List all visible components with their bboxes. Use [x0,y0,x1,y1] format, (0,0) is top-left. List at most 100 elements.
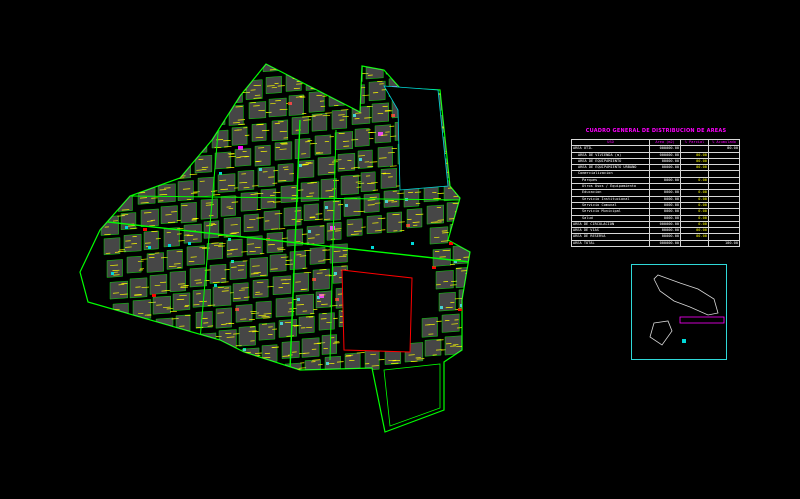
table-row: AREA TOTAL 000000.00 100.00 [570,239,741,248]
city-block [512,79,526,97]
city-block [308,91,325,113]
city-block [476,264,491,283]
city-block [94,172,111,191]
city-block [484,173,500,193]
city-block [280,29,296,50]
table-cell: 100.00 [707,239,741,248]
marker-point [123,360,126,363]
lot-line [360,44,367,45]
lot-line [482,293,489,294]
city-block [115,324,135,343]
city-block [472,86,487,105]
city-block [163,227,180,248]
marker-point [214,284,217,287]
city-block [80,64,95,85]
lot-line [460,37,468,38]
city-block [265,76,282,94]
city-block [542,297,556,317]
city-block [443,24,460,45]
marker-point [90,118,93,121]
marker-point [111,272,114,275]
red-marker [143,228,147,231]
city-block [357,149,373,169]
city-block [181,358,197,378]
city-block [135,321,153,342]
lot-line [259,369,268,371]
lot-line [482,273,489,274]
area-distribution-table: USO Area (m2) % Parcial % Acumulado AREA… [570,138,741,248]
city-block [211,129,229,149]
city-block [198,332,217,355]
city-block [518,123,535,144]
city-block [466,198,470,218]
city-block [225,82,243,104]
red-marker [460,174,464,177]
city-block [451,89,467,108]
city-block [204,376,223,396]
marker-point [224,60,227,63]
lot-line [200,92,209,95]
lot-line [198,392,207,394]
city-block [215,307,232,329]
lot-line [320,375,329,378]
lot-line [407,37,414,38]
lot-line [483,78,491,79]
lot-line [544,212,551,213]
lot-line [92,111,101,113]
table-header-cell: % Acumulado [707,138,741,147]
city-block [200,43,217,64]
city-block [522,300,539,319]
city-block [223,216,241,238]
city-block [321,334,337,355]
city-block [403,31,419,49]
city-block [111,146,130,168]
city-block [489,61,507,79]
city-block [221,351,240,373]
lot-line [514,21,522,22]
lot-line [515,174,522,175]
city-block [545,319,559,339]
city-block [485,329,500,348]
marker-point [371,246,374,249]
city-block [242,64,259,76]
lot-line [84,94,93,97]
city-block [320,22,338,42]
red-marker [152,294,156,297]
city-block [195,310,213,329]
city-block [212,285,232,307]
city-block [478,129,494,150]
city-block [258,322,276,341]
lot-line [146,165,154,167]
lot-line [130,111,139,114]
city-block [105,103,123,122]
city-block [479,285,497,303]
city-block [231,126,248,146]
lot-line [525,303,533,304]
lot-line [528,181,536,182]
area-table-body: AREA UTIL 000000.00 00.00 AREA DE VIVIENDA … [570,145,741,248]
city-block [525,322,541,341]
lot-line [218,75,227,77]
city-block [138,342,157,362]
lot-line [94,119,102,121]
city-block [118,346,136,365]
marker-point [168,244,171,247]
lot-line [205,66,214,68]
lot-line [467,297,470,300]
city-block [435,270,454,290]
city-block [169,270,186,293]
city-block [314,134,332,156]
red-marker [162,70,166,73]
city-block [272,275,292,295]
lot-line [482,119,489,120]
city-block [530,210,546,227]
city-block [88,128,105,149]
magenta-marker [485,322,490,326]
city-block [304,359,321,380]
city-block [205,86,224,108]
lot-line [515,243,522,244]
lot-line [486,93,493,94]
city-block [425,64,442,70]
lot-line [148,178,157,181]
city-block [254,144,271,167]
